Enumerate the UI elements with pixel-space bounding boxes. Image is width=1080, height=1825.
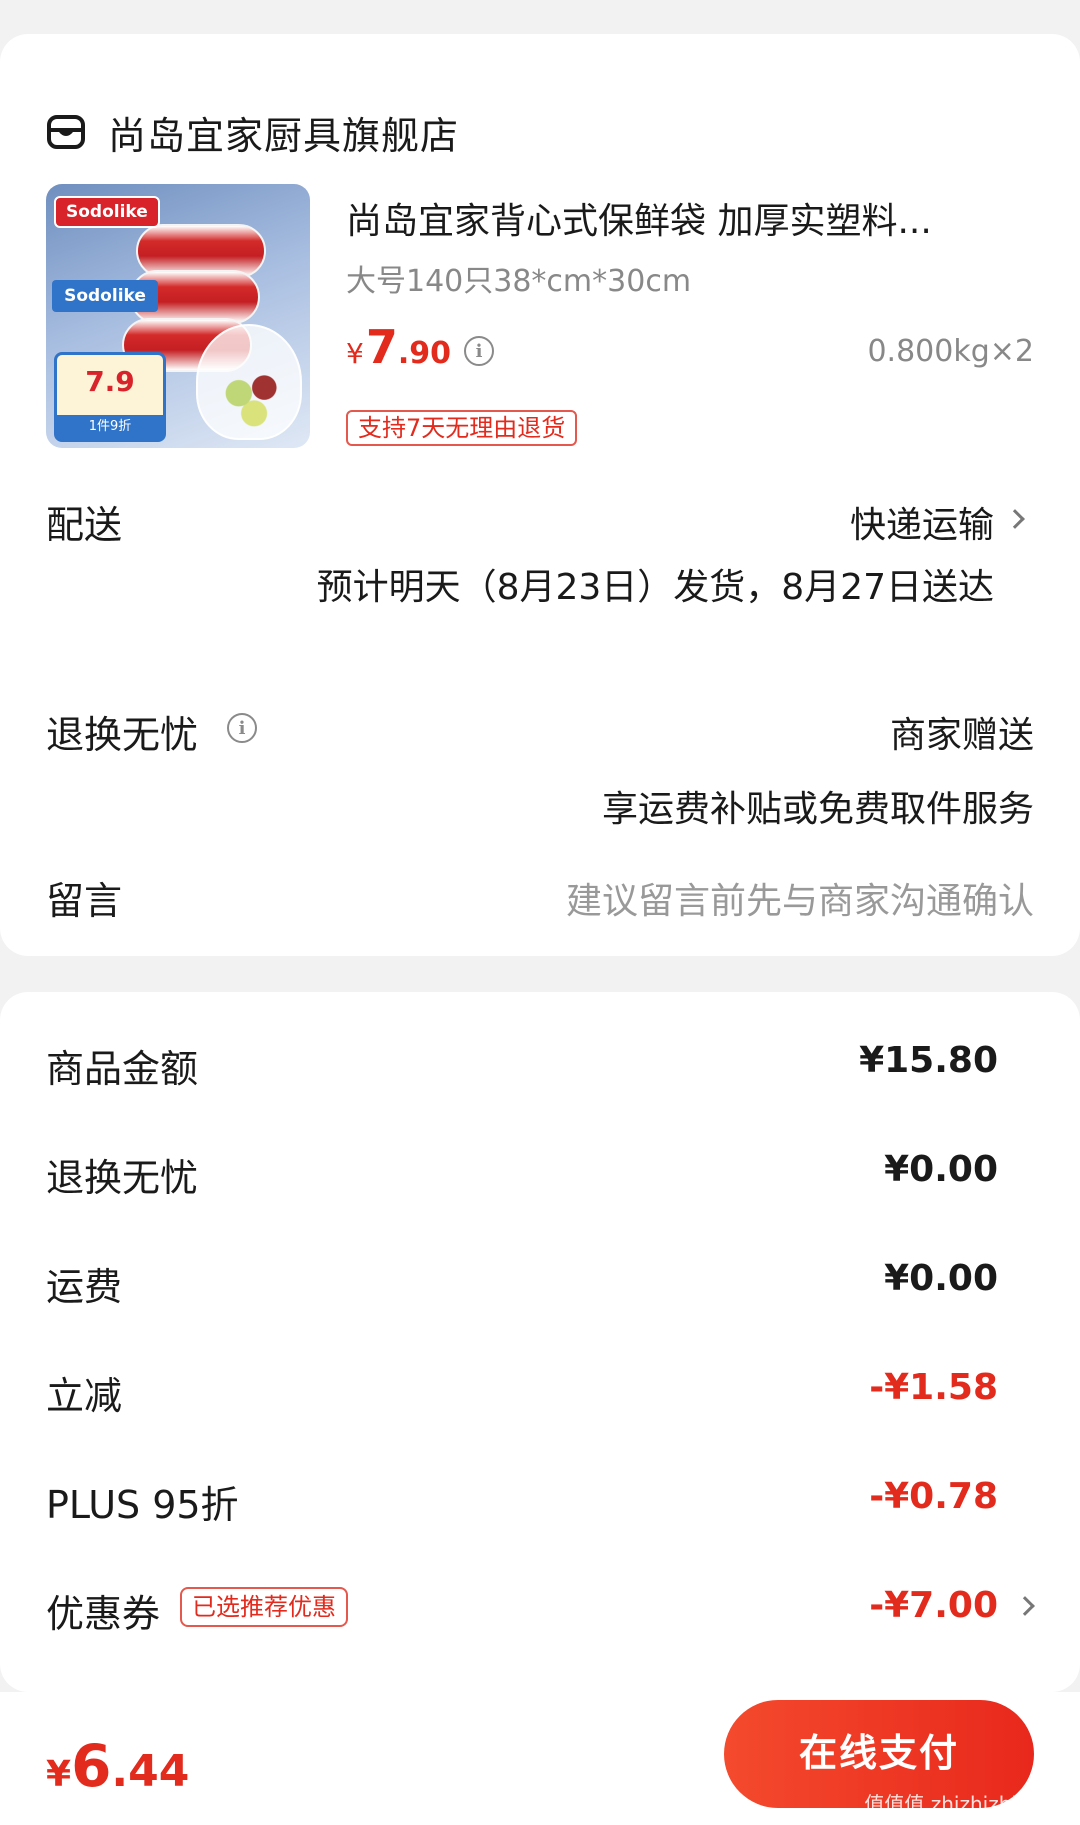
summary-value: ¥0.00	[884, 1258, 998, 1299]
summary-label: 立减	[46, 1374, 123, 1418]
chevron-right-icon[interactable]	[1015, 1596, 1035, 1616]
total-integer: 6	[71, 1732, 112, 1800]
summary-row-returns: 退换无忧 ¥0.00	[46, 1147, 1034, 1207]
total-decimal: .44	[111, 1746, 190, 1797]
chevron-right-icon[interactable]	[1005, 509, 1025, 529]
summary-row-goods: 商品金额 ¥15.80	[46, 1038, 1034, 1098]
return-policy-tag: 支持7天无理由退货	[346, 410, 578, 446]
summary-row-discount: 立减 -¥1.58	[46, 1365, 1034, 1425]
price-integer: 7	[365, 320, 398, 374]
summary-label: 运费	[46, 1265, 123, 1309]
product-spec[interactable]: 大号140只38*cm*30cm	[346, 256, 691, 300]
product-title[interactable]: 尚岛宜家背心式保鲜袋 加厚实塑料...	[346, 192, 1036, 244]
summary-label: PLUS 95折	[46, 1483, 239, 1527]
product-image-footer: 1件9折	[57, 415, 163, 439]
returns-info-icon[interactable]: i	[227, 713, 257, 743]
coupon-tag: 已选推荐优惠	[180, 1587, 348, 1627]
store-icon	[46, 112, 86, 152]
product-weight-quantity: 0.800kg×2	[867, 334, 1034, 369]
summary-value: -¥0.78	[869, 1476, 998, 1517]
product-image-price-badge: 7.9 1件9折	[54, 352, 166, 442]
total-currency: ¥	[46, 1754, 72, 1795]
total-price: ¥ 6 .44	[46, 1732, 189, 1800]
summary-label: 优惠券	[46, 1592, 161, 1636]
summary-value: ¥0.00	[884, 1149, 998, 1190]
product-image[interactable]: Sodolike Sodolike 7.9 1件9折	[46, 184, 310, 448]
summary-value: ¥15.80	[859, 1040, 998, 1081]
store-header[interactable]: 尚岛宜家厨具旗舰店	[46, 92, 459, 172]
summary-row-plus: PLUS 95折 -¥0.78	[46, 1474, 1034, 1534]
returns-detail: 享运费补贴或免费取件服务	[601, 789, 1034, 830]
delivery-label: 配送	[46, 503, 123, 547]
summary-row-shipping: 运费 ¥0.00	[46, 1256, 1034, 1316]
returns-label: 退换无忧	[46, 713, 199, 757]
product-image-brand: Sodolike	[54, 196, 160, 228]
price-decimal: .90	[397, 336, 451, 371]
price-info-icon[interactable]: i	[464, 336, 494, 366]
summary-label: 退换无忧	[46, 1156, 199, 1200]
summary-value: -¥7.00	[869, 1585, 998, 1626]
delivery-method[interactable]: 快递运输	[850, 496, 994, 548]
product-image-tag: Sodolike	[52, 280, 158, 312]
store-name: 尚岛宜家厨具旗舰店	[108, 113, 460, 158]
product-price: ¥ 7 .90	[346, 320, 451, 374]
message-label: 留言	[46, 879, 123, 923]
checkout-page: 尚岛宜家厨具旗舰店 Sodolike Sodolike 7.9 1件9折 尚岛宜…	[0, 0, 1080, 1825]
delivery-eta: 预计明天（8月23日）发货，8月27日送达	[316, 567, 994, 608]
price-currency: ¥	[346, 337, 364, 370]
product-bag-image	[196, 324, 302, 440]
price-summary-card: 商品金额 ¥15.80 退换无忧 ¥0.00 运费 ¥0.00 立减 -¥1.5…	[0, 992, 1080, 1692]
site-watermark: 值值值 zhizhizhi.com	[864, 1792, 1066, 1816]
checkout-bar: ¥ 6 .44 在线支付 值值值 zhizhizhi.com	[0, 1692, 1080, 1825]
returns-value: 商家赠送	[889, 715, 1034, 756]
order-card: 尚岛宜家厨具旗舰店 Sodolike Sodolike 7.9 1件9折 尚岛宜…	[0, 34, 1080, 956]
message-input[interactable]: 建议留言前先与商家沟通确认	[566, 872, 1034, 924]
summary-value: -¥1.58	[869, 1367, 998, 1408]
product-image-price: 7.9	[85, 365, 135, 398]
summary-row-coupon[interactable]: 优惠券 已选推荐优惠 -¥7.00	[46, 1583, 1035, 1643]
summary-label: 商品金额	[46, 1047, 199, 1091]
